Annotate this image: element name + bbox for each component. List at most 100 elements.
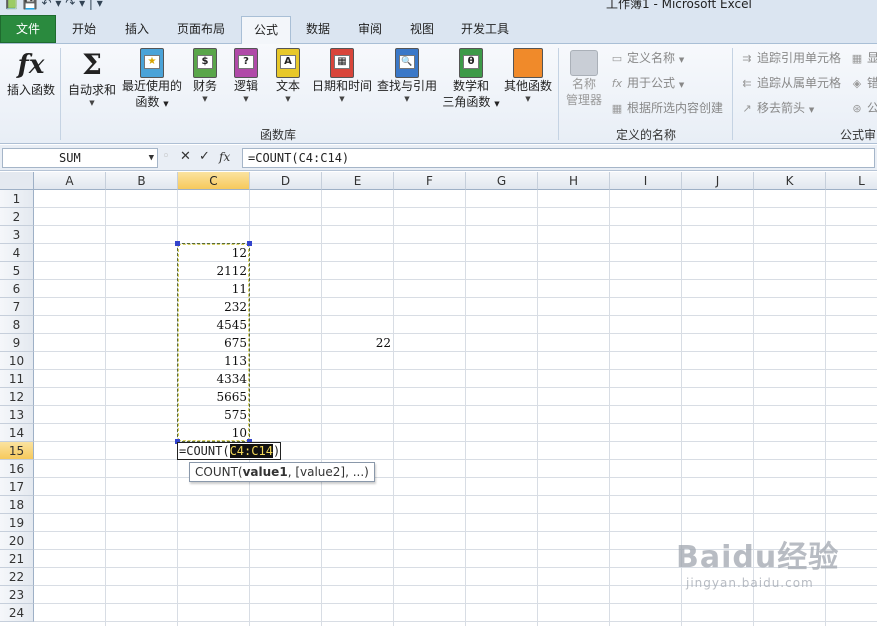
define-name-button[interactable]: ▭ 定义名称 ▼ bbox=[610, 49, 684, 69]
row-header[interactable]: 7 bbox=[0, 298, 34, 316]
create-from-selection-button[interactable]: ▦ 根据所选内容创建 bbox=[610, 99, 723, 118]
column-header[interactable]: E bbox=[322, 172, 394, 190]
use-in-formula-button[interactable]: fx 用于公式 ▼ bbox=[610, 74, 684, 94]
range-handle[interactable] bbox=[175, 241, 180, 246]
row-header[interactable]: 10 bbox=[0, 352, 34, 370]
column-header[interactable]: G bbox=[466, 172, 538, 190]
math-trig-button[interactable]: θ 数学和 三角函数 ▼ bbox=[441, 44, 501, 112]
editing-cell[interactable]: =COUNT(C4:C14) bbox=[177, 442, 282, 460]
show-formulas-button[interactable]: ▦ 显 bbox=[850, 49, 877, 68]
row-header[interactable]: 2 bbox=[0, 208, 34, 226]
row-header[interactable]: 23 bbox=[0, 586, 34, 604]
logical-book-icon: ? bbox=[234, 48, 258, 78]
ribbon-divider bbox=[558, 48, 559, 140]
remove-arrows-button[interactable]: ↗ 移去箭头 ▼ bbox=[740, 99, 814, 119]
evaluate-formula-button[interactable]: ⊛ 公 bbox=[850, 99, 877, 118]
row-header[interactable]: 6 bbox=[0, 280, 34, 298]
row-header[interactable]: 12 bbox=[0, 388, 34, 406]
insert-function-small-button[interactable]: fx bbox=[219, 150, 230, 164]
select-all-corner[interactable] bbox=[0, 172, 34, 190]
grid-line bbox=[34, 423, 877, 424]
column-header[interactable]: B bbox=[106, 172, 178, 190]
row-header[interactable]: 18 bbox=[0, 496, 34, 514]
group-formula-auditing: 公式审 bbox=[840, 128, 877, 142]
tab-page-layout[interactable]: 页面布局 bbox=[164, 16, 238, 44]
row-header[interactable]: 5 bbox=[0, 262, 34, 280]
row-header[interactable]: 17 bbox=[0, 478, 34, 496]
copy-marquee bbox=[177, 243, 250, 442]
insert-function-button[interactable]: fx 插入函数 bbox=[4, 48, 58, 98]
trace-precedents-button[interactable]: ⇉ 追踪引用单元格 bbox=[740, 49, 841, 68]
column-header[interactable]: K bbox=[754, 172, 826, 190]
row-header[interactable]: 24 bbox=[0, 604, 34, 622]
enter-button[interactable]: ✓ bbox=[199, 149, 210, 164]
column-header[interactable]: C bbox=[178, 172, 250, 190]
title-bar: 📗 💾 ↶ ▾ ↷ ▾ | ▾ 工作簿1 - Microsoft Excel bbox=[0, 0, 877, 12]
name-manager-button[interactable]: 名称 管理器 bbox=[562, 48, 606, 108]
logical-label: 逻辑 bbox=[233, 79, 258, 93]
lookup-reference-button[interactable]: 🔍 查找与引用 ▼ bbox=[376, 44, 438, 104]
row-header[interactable]: 1 bbox=[0, 190, 34, 208]
row-header[interactable]: 13 bbox=[0, 406, 34, 424]
tab-view[interactable]: 视图 bbox=[397, 16, 447, 44]
row-header[interactable]: 4 bbox=[0, 244, 34, 262]
grid-line bbox=[105, 190, 106, 626]
row-header[interactable]: 21 bbox=[0, 550, 34, 568]
column-header[interactable]: L bbox=[826, 172, 877, 190]
column-header[interactable]: A bbox=[34, 172, 106, 190]
name-box[interactable]: SUM ▼ bbox=[2, 148, 158, 168]
logical-button[interactable]: ? 逻辑 ▼ bbox=[228, 44, 264, 104]
recent-label: 最近使用的 bbox=[121, 79, 182, 93]
column-header[interactable]: F bbox=[394, 172, 466, 190]
tab-developer[interactable]: 开发工具 bbox=[449, 16, 521, 44]
grid-line bbox=[321, 190, 322, 626]
cell-value[interactable]: 22 bbox=[322, 334, 394, 352]
evaluate-icon: ⊛ bbox=[852, 102, 862, 115]
range-handle[interactable] bbox=[247, 241, 252, 246]
grid-line bbox=[34, 387, 877, 388]
tooltip-function-name[interactable]: COUNT( bbox=[195, 465, 243, 479]
tab-file[interactable]: 文件 bbox=[0, 15, 56, 43]
recent-book-icon: ★ bbox=[140, 48, 164, 78]
insert-function-label: 插入函数 bbox=[6, 83, 55, 97]
column-header[interactable]: I bbox=[610, 172, 682, 190]
tab-formulas[interactable]: 公式 bbox=[241, 16, 291, 45]
financial-button[interactable]: $ 财务 ▼ bbox=[188, 44, 222, 104]
recently-used-button[interactable]: ★ 最近使用的 函数 ▼ bbox=[121, 44, 183, 112]
grid-line bbox=[465, 190, 466, 626]
formula-input[interactable]: =COUNT(C4:C14) bbox=[242, 148, 875, 168]
quick-access-toolbar[interactable]: 📗 💾 ↶ ▾ ↷ ▾ | ▾ bbox=[4, 0, 103, 10]
row-header[interactable]: 3 bbox=[0, 226, 34, 244]
more-functions-button[interactable]: 其他函数 ▼ bbox=[502, 44, 554, 104]
column-header[interactable]: H bbox=[538, 172, 610, 190]
text-button[interactable]: A 文本 ▼ bbox=[270, 44, 306, 104]
tab-data[interactable]: 数据 bbox=[293, 16, 343, 44]
edit-range-reference: C4:C14 bbox=[229, 444, 273, 458]
row-header[interactable]: 11 bbox=[0, 370, 34, 388]
tab-review[interactable]: 审阅 bbox=[345, 16, 395, 44]
error-checking-button[interactable]: ◈ 错 bbox=[850, 74, 877, 93]
row-header[interactable]: 15 bbox=[0, 442, 34, 460]
group-defined-names: 定义的名称 bbox=[616, 128, 677, 142]
name-manager-label-2: 管理器 bbox=[565, 93, 602, 107]
name-manager-label: 名称 bbox=[571, 77, 596, 91]
row-header[interactable]: 20 bbox=[0, 532, 34, 550]
trace-dependents-button[interactable]: ⇇ 追踪从属单元格 bbox=[740, 74, 841, 93]
row-header[interactable]: 19 bbox=[0, 514, 34, 532]
column-header[interactable]: D bbox=[250, 172, 322, 190]
chevron-down-icon[interactable]: ▼ bbox=[149, 149, 154, 167]
row-header[interactable]: 8 bbox=[0, 316, 34, 334]
tab-home[interactable]: 开始 bbox=[58, 16, 110, 44]
fx-small-icon: fx bbox=[611, 77, 623, 90]
row-header[interactable]: 16 bbox=[0, 460, 34, 478]
tab-insert[interactable]: 插入 bbox=[112, 16, 162, 44]
row-header[interactable]: 22 bbox=[0, 568, 34, 586]
row-header[interactable]: 14 bbox=[0, 424, 34, 442]
date-time-button[interactable]: ▦ 日期和时间 ▼ bbox=[311, 44, 373, 104]
name-manager-icon bbox=[570, 50, 598, 76]
row-header[interactable]: 9 bbox=[0, 334, 34, 352]
column-header[interactable]: J bbox=[682, 172, 754, 190]
autosum-button[interactable]: Σ 自动求和 ▼ bbox=[64, 48, 120, 108]
math-label: 数学和 bbox=[452, 79, 489, 93]
cancel-button[interactable]: ✕ bbox=[180, 149, 191, 164]
